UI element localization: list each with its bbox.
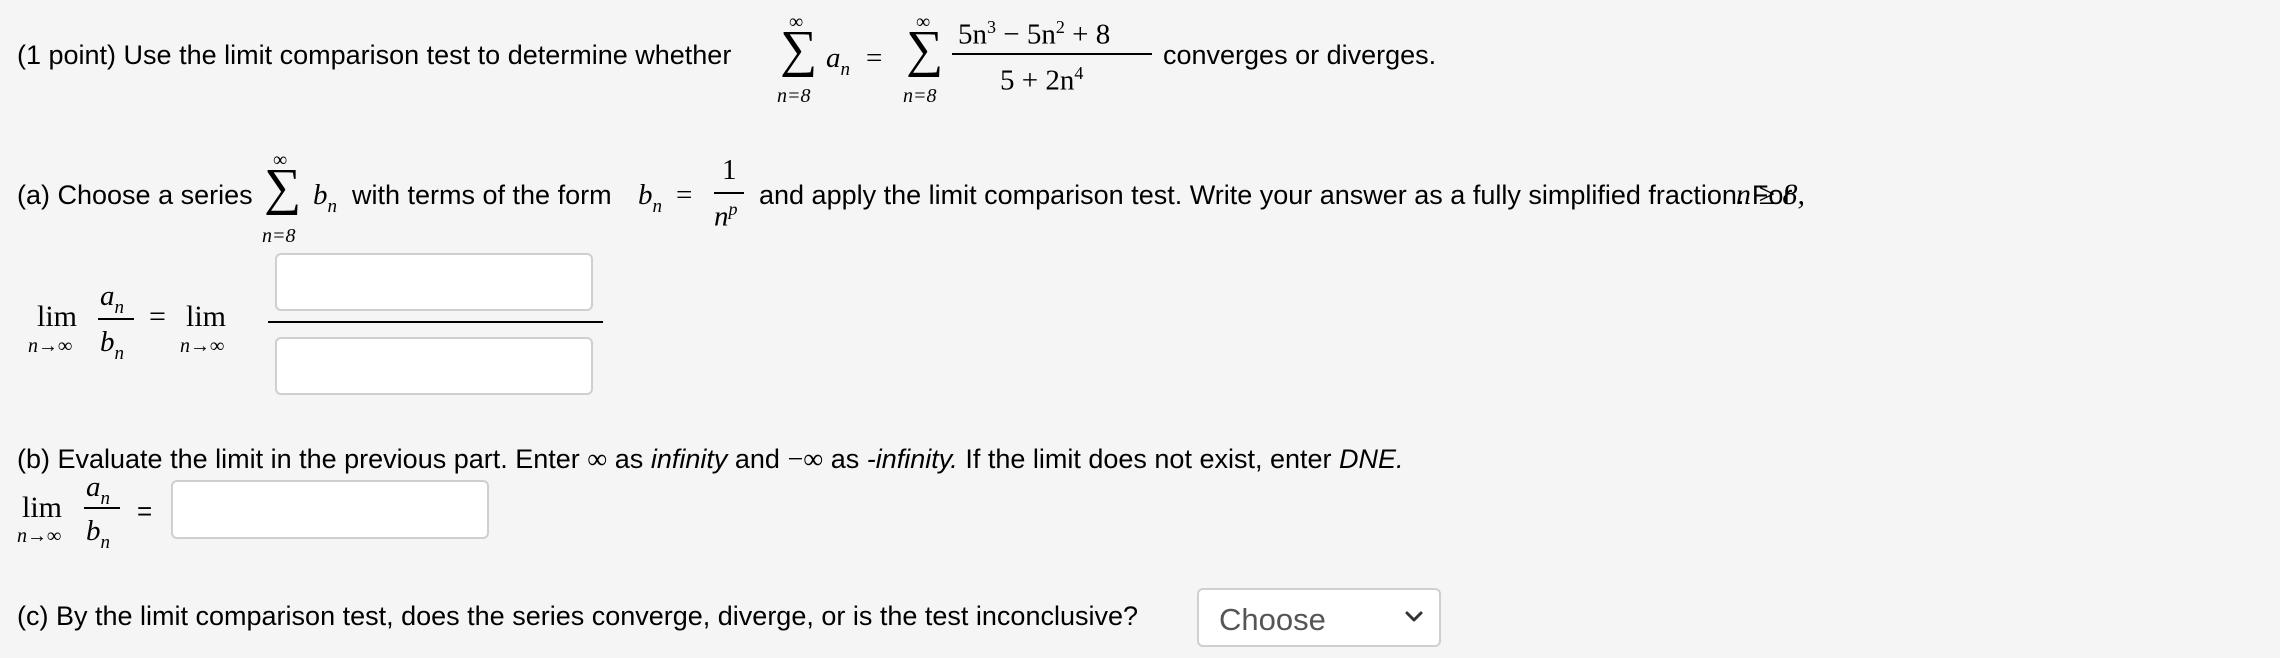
lim-word: lim [22, 491, 63, 524]
term-b: b [638, 179, 653, 211]
fraction-bar [84, 507, 120, 509]
chevron-down-icon [1405, 611, 1423, 622]
term-subscript: n [327, 196, 338, 217]
den-exp: p [728, 199, 738, 219]
neg-infinity-symbol: −∞ [787, 444, 824, 475]
instruction-text: as [614, 444, 644, 474]
term-subscript: n [114, 297, 125, 318]
a-term: a [86, 471, 101, 503]
term-subscript: n [100, 532, 111, 553]
den-term: 5 + 2n [1000, 64, 1075, 97]
n-condition: n ≥ 8, [1736, 178, 1805, 211]
term-subscript: n [840, 59, 851, 80]
term-b: b [313, 179, 328, 211]
sigma-symbol: ∑ [264, 159, 302, 216]
equals-sign: = [149, 300, 166, 333]
part-b-instructions: (b) Evaluate the limit in the previous p… [17, 446, 1404, 474]
instruction-text: If the limit does not exist, enter [965, 444, 1332, 474]
part-a-tail: and apply the limit comparison test. Wri… [759, 180, 1793, 210]
lim-subscript: n→∞ [17, 525, 62, 547]
term-a-n: an [826, 42, 850, 80]
ratio-numerator: an [100, 280, 124, 318]
den-base: n [714, 200, 729, 233]
numerator-input[interactable] [275, 253, 593, 311]
num-exp-1: 3 [987, 17, 996, 37]
a-term: a [100, 280, 115, 312]
fraction-numerator: 5n3 − 5n2 + 8 [958, 18, 1110, 50]
equals-sign: = [137, 496, 153, 526]
fraction-denominator: 5 + 2n4 [1000, 64, 1083, 96]
ratio-denominator: bn [86, 515, 110, 553]
bn-term: bn [638, 179, 662, 217]
term-b-n: bn [313, 179, 337, 217]
lim-subscript: n→∞ [180, 335, 225, 357]
bn-denominator: np [714, 200, 738, 232]
b-term: b [86, 515, 101, 547]
instruction-text: as [830, 444, 860, 474]
part-a-lead: (a) Choose a series [17, 180, 253, 210]
b-term: b [100, 326, 115, 358]
term-subscript: n [652, 196, 663, 217]
term-subscript: n [100, 488, 111, 509]
bn-numerator: 1 [722, 154, 737, 186]
fraction-bar [98, 318, 134, 320]
instruction-text: (b) Evaluate the limit in the previous p… [17, 444, 580, 474]
fraction-bar [714, 192, 744, 194]
sigma-symbol: ∑ [780, 21, 818, 78]
problem-intro: (1 point) Use the limit comparison test … [17, 40, 732, 70]
infinity-keyword: infinity [650, 444, 728, 474]
part-a-mid: with terms of the form [352, 180, 612, 210]
part-c-question: (c) By the limit comparison test, does t… [17, 601, 1139, 631]
lim-subscript: n→∞ [28, 335, 73, 357]
denominator-input[interactable] [275, 337, 593, 395]
limit-answer-input[interactable] [171, 480, 489, 539]
answer-fraction-bar [268, 321, 603, 323]
sum-lower-limit: n=8 [903, 85, 937, 107]
lim-word: lim [37, 300, 78, 333]
ratio-denominator: bn [100, 326, 124, 364]
infinity-symbol: ∞ [587, 444, 608, 475]
sum-lower-limit: n=8 [777, 85, 811, 107]
sum-lower-limit: n=8 [262, 225, 296, 247]
den-exp: 4 [1074, 63, 1084, 83]
dne-keyword: DNE. [1339, 444, 1404, 474]
problem-outro: converges or diverges. [1163, 40, 1437, 70]
conclusion-select[interactable]: Choose [1197, 588, 1441, 647]
term-a: a [826, 42, 841, 74]
neg-infinity-keyword: -infinity. [866, 444, 958, 474]
equals-sign: = [676, 179, 693, 211]
fraction-bar [952, 53, 1152, 55]
num-term-1: 5n [958, 18, 987, 51]
lim-word: lim [186, 300, 227, 333]
num-exp-2: 2 [1055, 17, 1065, 37]
num-term-2: − 5n [996, 18, 1056, 51]
term-subscript: n [114, 343, 125, 364]
select-value: Choose [1219, 602, 1326, 637]
ratio-numerator: an [86, 471, 110, 509]
equals-sign: = [866, 42, 883, 74]
num-term-3: + 8 [1064, 18, 1111, 51]
sigma-symbol: ∑ [906, 21, 944, 78]
instruction-text: and [734, 444, 780, 474]
